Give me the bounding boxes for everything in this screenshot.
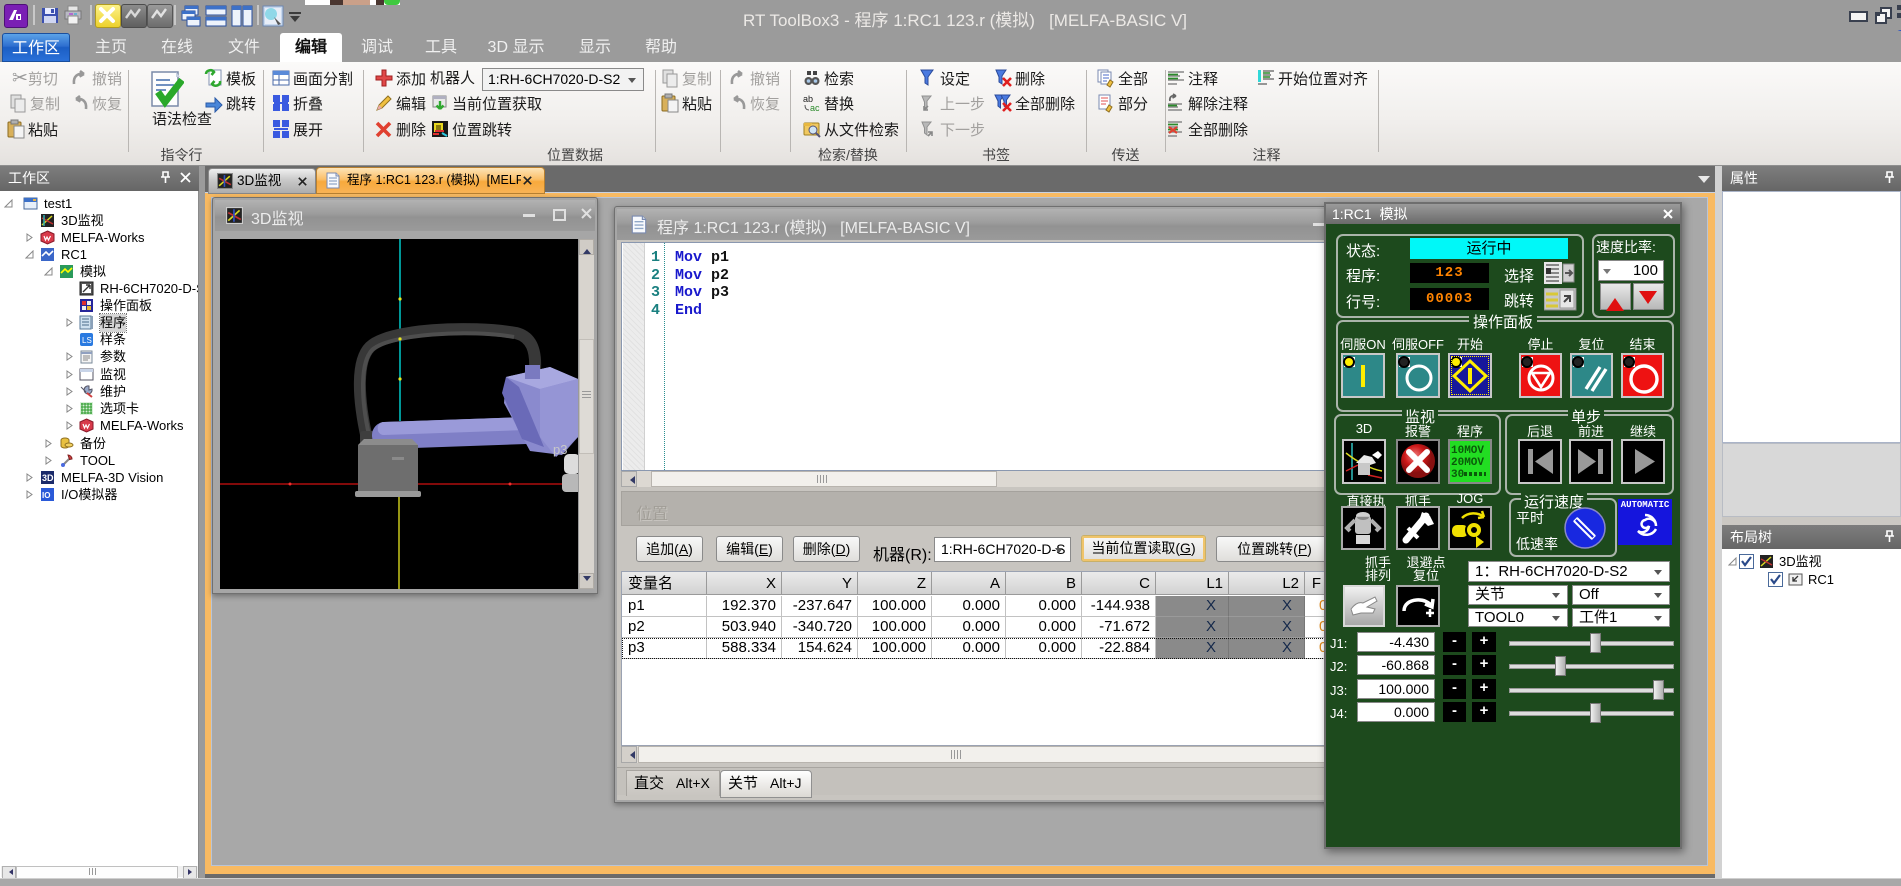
svg-text:20MOV: 20MOV xyxy=(1451,457,1484,469)
svg-text:p3: p3 xyxy=(553,442,567,457)
svg-text:IO: IO xyxy=(42,491,50,500)
svg-text:30: 30 xyxy=(1451,469,1464,481)
svg-text:LS: LS xyxy=(82,336,92,345)
svg-text:ac: ac xyxy=(810,103,820,113)
svg-text:3D: 3D xyxy=(42,473,54,483)
svg-text:10MOV: 10MOV xyxy=(1451,445,1484,457)
